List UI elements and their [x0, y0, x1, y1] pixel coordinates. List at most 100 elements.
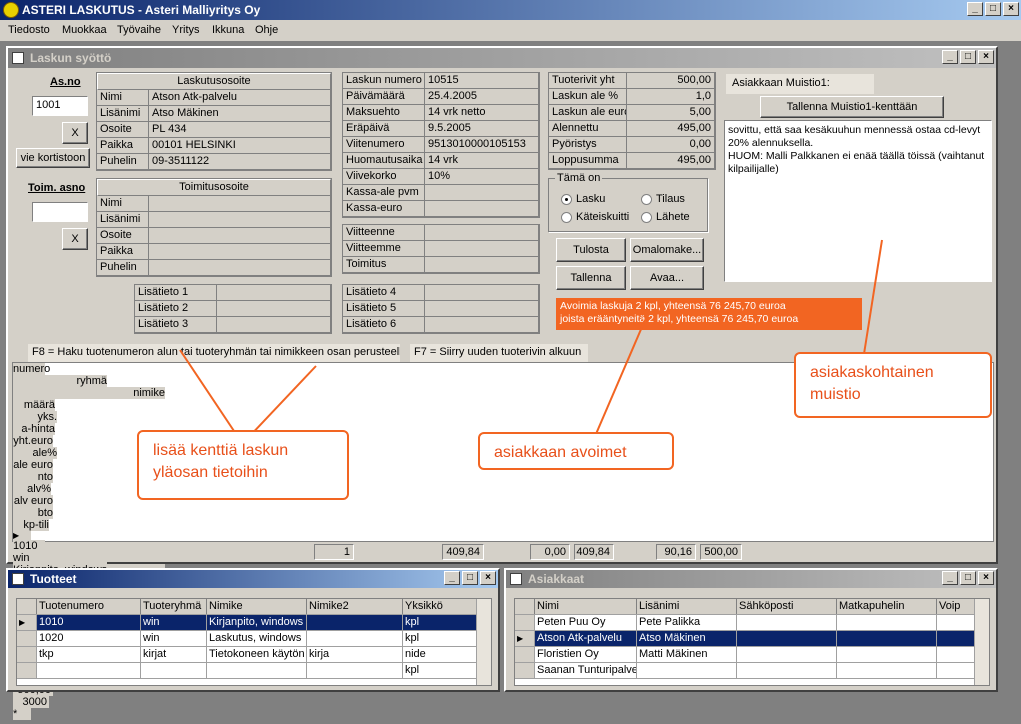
table-cell[interactable]: Atson Atk-palvelu — [535, 631, 637, 646]
table-cell[interactable]: Peten Puu Oy — [535, 615, 637, 630]
table-row[interactable]: Saanan Tunturipalve — [515, 663, 989, 679]
column-header[interactable]: Lisänimi — [637, 599, 737, 614]
field-value[interactable]: 500,00 — [627, 73, 715, 88]
field-value[interactable] — [425, 317, 539, 332]
radio-icon[interactable] — [641, 211, 652, 223]
menu-ikkuna[interactable]: Ikkuna — [212, 24, 244, 36]
field-value[interactable]: 495,00 — [627, 153, 715, 168]
table-cell[interactable] — [307, 631, 403, 646]
field-value[interactable]: Atso Mäkinen — [149, 106, 331, 121]
row-indicator-icon[interactable] — [17, 631, 37, 646]
maximize-icon[interactable]: □ — [985, 2, 1001, 16]
table-row[interactable]: Peten Puu Oy Pete Palikka — [515, 615, 989, 631]
menu-muokkaa[interactable]: Muokkaa — [62, 24, 107, 36]
minimize-icon[interactable]: _ — [942, 50, 958, 64]
maximize-icon[interactable]: □ — [960, 571, 976, 585]
maximize-icon[interactable]: □ — [462, 571, 478, 585]
table-cell[interactable]: kpl — [403, 631, 477, 646]
table-cell[interactable]: Saanan Tunturipalve — [535, 663, 637, 678]
table-cell[interactable]: Atso Mäkinen — [637, 631, 737, 646]
table-cell[interactable]: kpl — [403, 663, 477, 678]
field-value[interactable]: 14 vrk netto — [425, 105, 539, 120]
field-value[interactable]: 495,00 — [627, 121, 715, 136]
column-header[interactable]: Nimi — [535, 599, 637, 614]
table-cell[interactable]: Pete Palikka — [637, 615, 737, 630]
table-row[interactable]: tkp kirjat Tietokoneen käytön kirja nide — [17, 647, 491, 663]
row-indicator-icon[interactable]: ▶ — [13, 531, 31, 540]
field-value[interactable] — [149, 196, 331, 211]
table-cell[interactable]: Floristien Oy — [535, 647, 637, 662]
radio-icon[interactable] — [641, 193, 652, 205]
row-indicator-icon[interactable] — [17, 663, 37, 678]
field-value[interactable] — [425, 225, 539, 240]
field-value[interactable] — [217, 285, 331, 300]
field-value[interactable] — [425, 285, 539, 300]
close-icon[interactable]: × — [480, 571, 496, 585]
column-header[interactable]: Matkapuhelin — [837, 599, 937, 614]
asno-clear-button[interactable]: X — [62, 122, 88, 144]
table-cell[interactable] — [37, 663, 141, 678]
table-cell[interactable] — [307, 663, 403, 678]
table-row[interactable]: ▶ Atson Atk-palvelu Atso Mäkinen — [515, 631, 989, 647]
table-cell[interactable]: win — [141, 631, 207, 646]
row-indicator-icon[interactable] — [515, 615, 535, 630]
close-icon[interactable]: × — [978, 571, 994, 585]
close-icon[interactable]: × — [978, 50, 994, 64]
table-cell[interactable]: 3000 — [13, 696, 49, 708]
field-value[interactable] — [425, 241, 539, 256]
table-row[interactable]: kpl — [17, 663, 491, 679]
table-cell[interactable]: Laskutus, windows — [207, 631, 307, 646]
table-cell[interactable]: Matti Mäkinen — [637, 647, 737, 662]
memo-textarea[interactable]: sovittu, että saa kesäkuuhun mennessä os… — [724, 120, 992, 282]
table-cell[interactable]: Tietokoneen käytön — [207, 647, 307, 662]
table-cell[interactable] — [637, 663, 737, 678]
field-value[interactable]: 00101 HELSINKI — [149, 138, 331, 153]
table-cell[interactable]: 1020 — [37, 631, 141, 646]
table-cell[interactable] — [937, 647, 977, 662]
field-value[interactable] — [425, 301, 539, 316]
custom-form-button[interactable]: Omalomake... — [630, 238, 704, 262]
row-indicator-icon[interactable]: ▶ — [515, 631, 535, 646]
row-indicator-icon[interactable] — [17, 647, 37, 662]
menu-yritys[interactable]: Yritys — [172, 24, 200, 36]
table-cell[interactable] — [737, 631, 837, 646]
radio-tilaus[interactable]: Tilaus — [641, 193, 685, 205]
maximize-icon[interactable]: □ — [960, 50, 976, 64]
field-value[interactable] — [425, 201, 539, 216]
asno-input[interactable]: 1001 — [32, 96, 88, 116]
radio-lasku[interactable]: Lasku — [561, 193, 605, 205]
field-value[interactable]: 10515 — [425, 73, 539, 88]
table-cell[interactable] — [737, 615, 837, 630]
column-header[interactable]: Yksikkö — [403, 599, 477, 614]
table-cell[interactable]: kirjat — [141, 647, 207, 662]
field-value[interactable]: 10% — [425, 169, 539, 184]
card-button[interactable]: vie kortistoon — [16, 148, 90, 168]
print-button[interactable]: Tulosta — [556, 238, 626, 262]
field-value[interactable] — [217, 301, 331, 316]
table-cell[interactable] — [837, 647, 937, 662]
field-value[interactable] — [149, 260, 331, 275]
toimasno-input[interactable] — [32, 202, 88, 222]
scrollbar[interactable] — [974, 599, 989, 685]
menu-ohje[interactable]: Ohje — [255, 24, 278, 36]
table-cell[interactable]: nide — [403, 647, 477, 662]
field-value[interactable] — [149, 244, 331, 259]
field-value[interactable] — [149, 228, 331, 243]
column-header[interactable]: Voip — [937, 599, 977, 614]
toimasno-clear-button[interactable]: X — [62, 228, 88, 250]
table-cell[interactable]: 1010 — [13, 540, 45, 552]
table-row[interactable]: ▶ 1010 win Kirjanpito, windows kpl — [17, 615, 491, 631]
field-value[interactable] — [217, 317, 331, 332]
field-value[interactable]: 5,00 — [627, 105, 715, 120]
radio-kateiskuitti[interactable]: Käteiskuitti — [561, 211, 629, 223]
column-header[interactable]: Nimike — [207, 599, 307, 614]
minimize-icon[interactable]: _ — [444, 571, 460, 585]
table-cell[interactable] — [937, 631, 977, 646]
table-cell[interactable]: win — [141, 615, 207, 630]
table-cell[interactable]: tkp — [37, 647, 141, 662]
minimize-icon[interactable]: _ — [942, 571, 958, 585]
column-header[interactable]: Nimike2 — [307, 599, 403, 614]
table-cell[interactable] — [837, 615, 937, 630]
field-value[interactable]: 9513010000105153 — [425, 137, 539, 152]
new-row[interactable]: * — [13, 708, 993, 720]
